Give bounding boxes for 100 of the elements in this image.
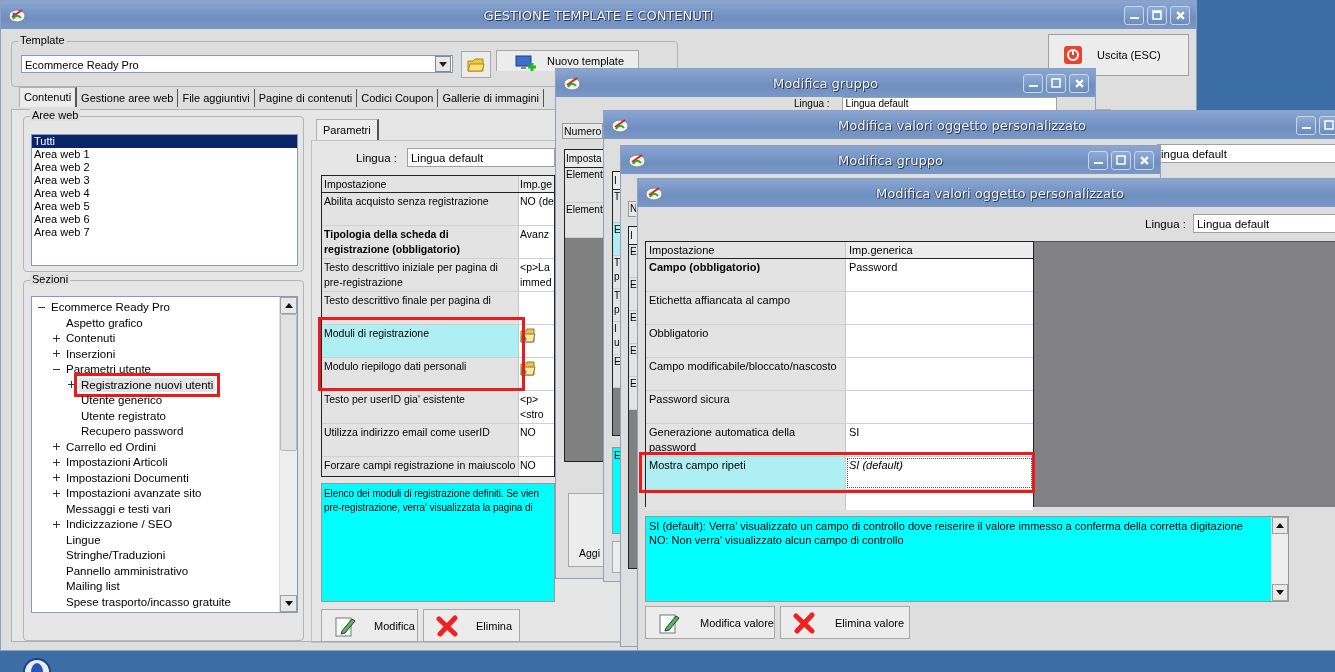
column-header: Imp.ge xyxy=(519,177,554,192)
tree-item[interactable]: Aspetto grafico xyxy=(64,315,145,330)
table-cell[interactable]: Testo per userID gia' esistente xyxy=(322,391,519,423)
list-item[interactable]: Tutti xyxy=(32,135,297,148)
table-cell[interactable]: Forzare campi registrazione in maiuscolo xyxy=(322,457,519,476)
language-dropdown[interactable]: Lingua default xyxy=(841,97,1057,110)
table-cell[interactable]: Campo modificabile/bloccato/nascosto xyxy=(646,358,846,390)
edit-button[interactable]: Modifica xyxy=(321,609,418,642)
table-cell[interactable]: immed xyxy=(520,275,552,290)
start-icon[interactable] xyxy=(22,658,52,672)
table-cell[interactable]: Testo descrittivo finale per pagina di xyxy=(322,292,519,324)
tree-item[interactable]: Contenuti xyxy=(64,331,118,346)
tree-item[interactable]: Impostazioni Articoli xyxy=(64,455,170,470)
maximize-button[interactable] xyxy=(1046,73,1066,93)
scrollbar[interactable] xyxy=(279,297,297,613)
close-button[interactable] xyxy=(1134,150,1154,170)
tree-item[interactable]: Messaggi e testi vari xyxy=(64,501,173,516)
tab[interactable]: Contenuti xyxy=(19,87,78,107)
tab[interactable]: Codici Coupon xyxy=(357,89,439,107)
table-cell[interactable]: Avanz xyxy=(520,227,549,242)
tree-item[interactable]: Impostazioni avanzate sito xyxy=(64,486,204,501)
scroll-up-button[interactable] xyxy=(1272,517,1288,534)
minimize-button[interactable] xyxy=(1088,150,1108,170)
maximize-button[interactable] xyxy=(1111,150,1131,170)
tab[interactable]: Pagine di contenuti xyxy=(254,89,358,107)
tree-item[interactable]: Recupero password xyxy=(79,424,186,439)
maximize-button[interactable] xyxy=(1319,115,1335,135)
maximize-button[interactable] xyxy=(1147,5,1167,25)
delete-button[interactable]: Elimina valore xyxy=(780,606,910,639)
list-item[interactable]: Area web 5 xyxy=(32,200,297,213)
table-cell[interactable]: NO xyxy=(520,425,536,440)
scrollbar[interactable] xyxy=(1271,517,1288,601)
table-cell[interactable]: Utilizza indirizzo email come userID xyxy=(322,424,519,456)
tree-item[interactable]: Parametri utente xyxy=(64,362,153,377)
template-dropdown[interactable]: Ecommerce Ready Pro xyxy=(21,55,453,73)
tree-item[interactable]: Carrello ed Ordini xyxy=(64,439,159,454)
tree-item[interactable]: Utente registrato xyxy=(79,408,168,423)
folder-icon[interactable] xyxy=(520,361,536,377)
tree-item[interactable]: Indicizzazione / SEO xyxy=(64,517,175,532)
list-item[interactable]: Area web 7 xyxy=(32,226,297,239)
tree-item[interactable]: Ecommerce Ready Pro xyxy=(49,300,172,315)
table-cell[interactable]: SI (default) xyxy=(849,459,903,471)
table-cell[interactable]: NO xyxy=(520,458,536,473)
table-cell[interactable]: Moduli di registrazione xyxy=(322,325,519,357)
tree-item[interactable]: Impostazioni Documenti xyxy=(64,470,191,485)
dropdown-button[interactable] xyxy=(435,56,451,72)
tree-item[interactable]: Spese trasporto/incasso gratuite xyxy=(64,594,233,609)
table-cell[interactable]: Password sicura xyxy=(646,391,846,423)
tree-item[interactable]: Pannello amministrativo xyxy=(64,563,191,578)
table-cell[interactable]: Obbligatorio xyxy=(646,325,846,357)
close-button[interactable] xyxy=(1069,73,1089,93)
tab[interactable]: Parametri xyxy=(316,119,379,140)
edit-button[interactable]: Modifica valore xyxy=(645,606,775,639)
list-item[interactable]: Area web 4 xyxy=(32,187,297,200)
folder-icon[interactable] xyxy=(520,328,536,344)
scroll-thumb[interactable] xyxy=(280,314,297,452)
minimize-icon xyxy=(1301,127,1311,129)
table-cell[interactable]: Password xyxy=(849,261,898,273)
list-item[interactable]: Area web 1 xyxy=(32,148,297,161)
delete-button[interactable]: Elimina xyxy=(423,609,520,642)
table-cell[interactable]: Testo descrittivo iniziale per pagina di pre-registrazione xyxy=(322,259,519,291)
table-cell[interactable]: Mostra campo ripeti xyxy=(646,457,846,489)
tree-item[interactable]: Stringhe/Traduzioni xyxy=(64,548,168,563)
tree-item[interactable]: Lingue xyxy=(64,532,103,547)
tab[interactable]: Gallerie di immagini xyxy=(438,89,545,107)
minimize-button[interactable] xyxy=(1296,115,1316,135)
language-dropdown[interactable]: Lingua default xyxy=(406,148,555,167)
list-item[interactable]: Area web 3 xyxy=(32,174,297,187)
table-cell[interactable]: <p> xyxy=(520,392,539,407)
tab[interactable]: Gestione aree web xyxy=(77,89,179,107)
table-cell[interactable]: Tipologia della scheda di registrazione (obbligatorio) xyxy=(322,226,519,258)
table-cell[interactable]: Abilita acquisto senza registrazione xyxy=(322,193,519,225)
scroll-down-button[interactable] xyxy=(1272,584,1288,601)
table-cell[interactable]: SI xyxy=(849,426,860,438)
maximize-icon xyxy=(1116,155,1126,165)
tree-item[interactable]: Utente generico xyxy=(79,393,165,408)
table-cell[interactable]: Modulo riepilogo dati personali xyxy=(322,358,519,390)
table-cell[interactable]: Etichetta affiancata al campo xyxy=(646,292,846,324)
maximize-icon xyxy=(1051,78,1061,88)
tree-item[interactable]: Inserzioni xyxy=(64,346,118,361)
scroll-up-button[interactable] xyxy=(280,297,297,315)
list-item[interactable]: Area web 6 xyxy=(32,213,297,226)
exit-button[interactable]: Uscita (ESC) xyxy=(1048,34,1189,76)
list-item[interactable]: Area web 2 xyxy=(32,161,297,174)
table-cell[interactable]: NO (de xyxy=(520,194,554,209)
scroll-down-button[interactable] xyxy=(280,595,297,613)
caret-icon xyxy=(439,61,447,67)
table-cell: T xyxy=(613,190,620,223)
close-icon xyxy=(1175,10,1185,20)
table-cell[interactable]: <stro xyxy=(520,407,544,422)
tab[interactable]: File aggiuntivi xyxy=(178,89,255,107)
table-cell[interactable]: Campo (obbligatorio) xyxy=(646,259,846,291)
language-dropdown[interactable]: ingua default xyxy=(1157,144,1335,163)
minimize-button[interactable] xyxy=(1023,73,1043,93)
close-button[interactable] xyxy=(1170,5,1190,25)
minimize-button[interactable] xyxy=(1124,5,1144,25)
add-button[interactable]: Aggi xyxy=(568,493,603,567)
language-dropdown[interactable]: Lingua default xyxy=(1192,214,1335,233)
table-cell[interactable]: <p>La xyxy=(520,260,550,275)
tree-item[interactable]: Mailing list xyxy=(64,579,122,594)
